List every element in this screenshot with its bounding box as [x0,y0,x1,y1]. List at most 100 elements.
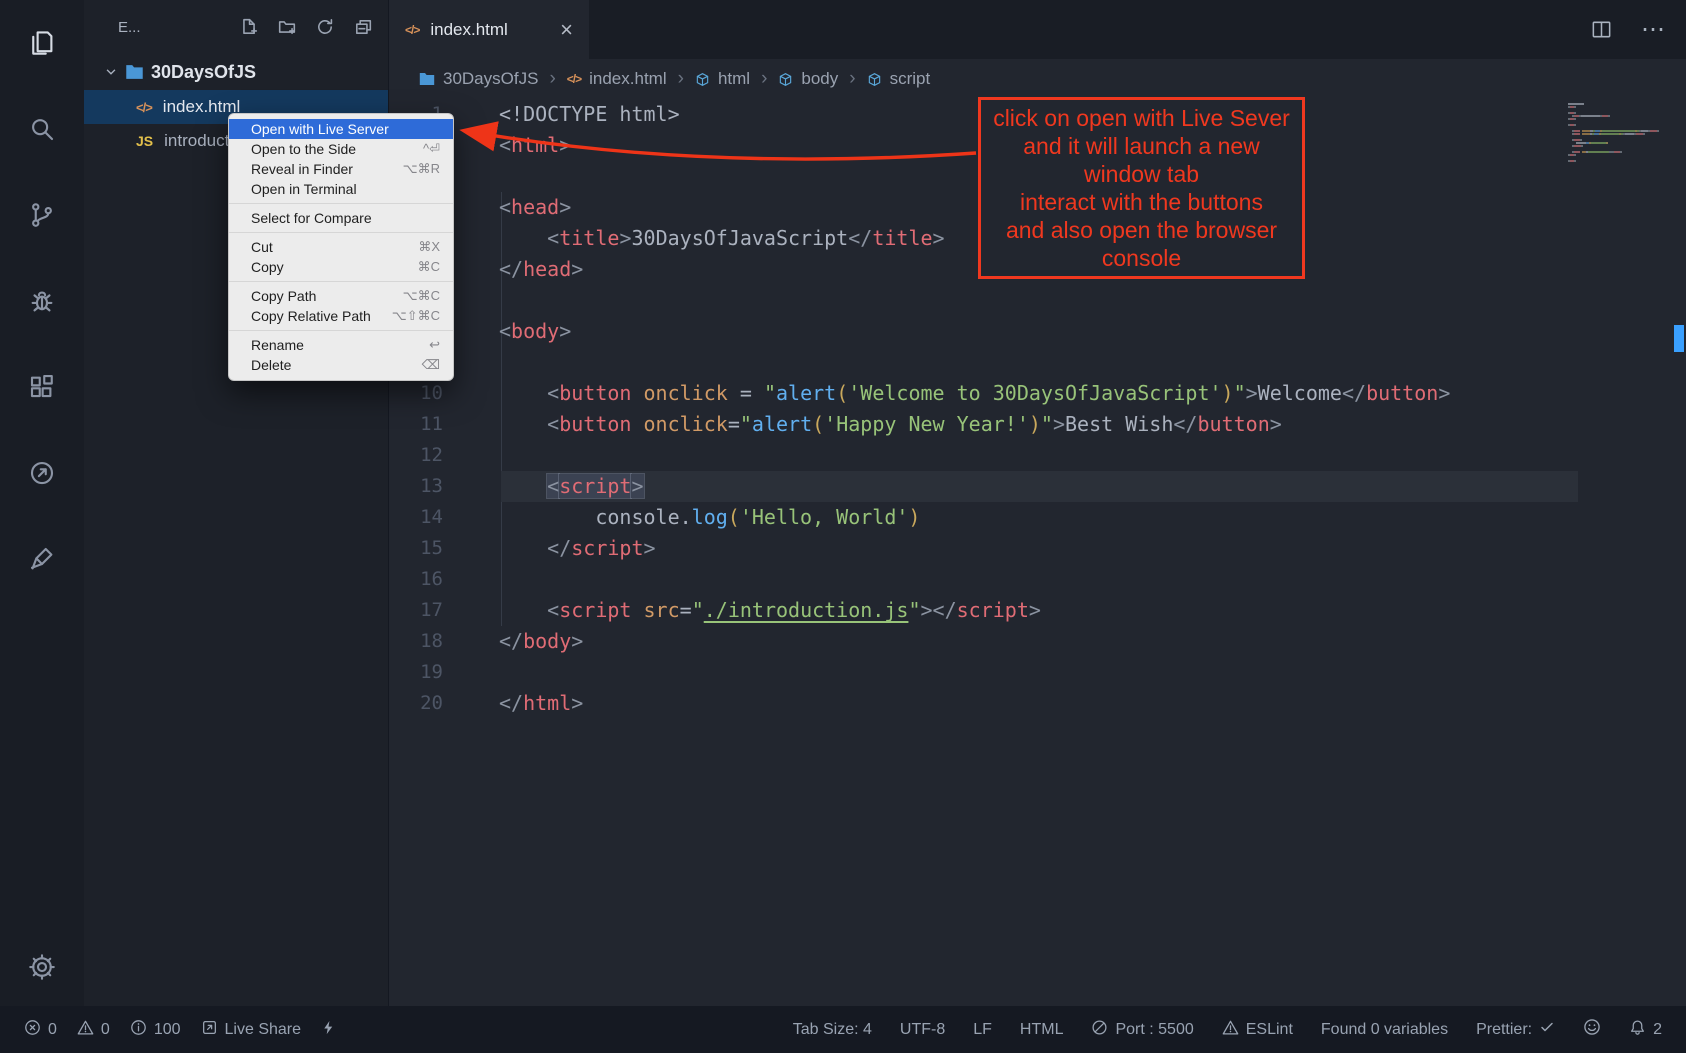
tab-label: index.html [430,20,507,40]
tab-size-indicator[interactable]: Tab Size: 4 [793,1021,872,1039]
code-line-9[interactable]: 9 [389,347,1686,378]
minimap[interactable] [1568,103,1672,163]
menu-item-copy-relative-path[interactable]: Copy Relative Path⌥⇧⌘C [229,306,453,326]
code-line-15[interactable]: 15 </script> [389,533,1686,564]
smiley-icon [1583,1018,1601,1041]
lightning-bolt-icon [321,1019,336,1041]
code-line-13[interactable]: 13 <script> [389,471,1686,502]
code-line-16[interactable]: 16 [389,564,1686,595]
overview-ruler-marker [1674,325,1684,352]
line-number: 18 [389,626,455,657]
html-file-icon: </> [136,100,152,115]
menu-item-copy[interactable]: Copy⌘C [229,257,453,277]
bell-icon [1629,1019,1646,1041]
menu-item-copy-path[interactable]: Copy Path⌥⌘C [229,286,453,306]
menu-item-delete[interactable]: Delete⌫ [229,355,453,375]
search-icon[interactable] [23,110,61,148]
extensions-icon[interactable] [23,368,61,406]
breadcrumb-html[interactable]: html [695,69,750,89]
refresh-icon[interactable] [316,18,334,36]
pen-icon[interactable] [23,540,61,578]
status-bar: 0 0 100 Live Share Tab Size: 4 [0,1006,1686,1053]
info-counter[interactable]: 100 [130,1019,181,1041]
run-debug-icon[interactable] [23,282,61,320]
live-share-status[interactable]: Live Share [201,1019,302,1041]
breadcrumb-separator: › [549,68,555,90]
split-editor-icon[interactable] [1590,18,1613,41]
problems-warnings[interactable]: 0 [77,1019,110,1041]
menu-item-open-in-terminal[interactable]: Open in Terminal [229,179,453,199]
context-menu: Open with Live ServerOpen to the Side^⏎R… [228,113,454,381]
code-line-10[interactable]: 10 <button onclick = "alert('Welcome to … [389,378,1686,409]
new-file-icon[interactable] [240,18,258,36]
menu-separator [229,203,453,204]
problems-errors[interactable]: 0 [24,1019,57,1041]
language-indicator[interactable]: HTML [1020,1021,1064,1039]
annotation-text: click on open with Live Severand it will… [981,104,1302,272]
breadcrumb-separator: › [761,68,767,90]
line-number: 19 [389,657,455,688]
code-line-20[interactable]: 20</html> [389,688,1686,719]
explorer-title: E... [118,19,141,36]
code-line-18[interactable]: 18</body> [389,626,1686,657]
js-file-icon: JS [136,133,153,149]
eol-indicator[interactable]: LF [973,1021,992,1039]
annotation-box: click on open with Live Severand it will… [978,97,1305,279]
code-line-17[interactable]: 17 <script src="./introduction.js"></scr… [389,595,1686,626]
tab-index-html[interactable]: </> index.html × [389,0,589,59]
collapse-all-icon[interactable] [354,18,372,36]
error-icon [24,1019,41,1041]
line-number: 17 [389,595,455,626]
line-number: 14 [389,502,455,533]
close-tab-icon[interactable]: × [560,19,573,41]
prettier-status[interactable]: Prettier: [1476,1019,1555,1040]
menu-item-rename[interactable]: Rename↩ [229,335,453,355]
breadcrumb-separator: › [849,68,855,90]
more-actions-icon[interactable]: ⋯ [1641,15,1666,44]
menu-separator [229,232,453,233]
settings-gear-icon[interactable] [23,948,61,986]
symbol-cube-icon [778,72,793,87]
port-icon [1091,1019,1108,1041]
menu-item-reveal-in-finder[interactable]: Reveal in Finder⌥⌘R [229,159,453,179]
port-indicator[interactable]: Port : 5500 [1091,1019,1193,1041]
breadcrumb-index-html[interactable]: </>index.html [567,69,667,89]
info-icon [130,1019,147,1041]
menu-item-select-for-compare[interactable]: Select for Compare [229,208,453,228]
line-number: 13 [389,471,455,502]
encoding-indicator[interactable]: UTF-8 [900,1021,945,1039]
source-control-icon[interactable] [23,196,61,234]
symbol-cube-icon [695,72,710,87]
eslint-status[interactable]: ESLint [1222,1019,1293,1041]
explorer-header: E... [84,0,388,54]
code-line-7[interactable]: 7 [389,285,1686,316]
notifications-bell[interactable]: 2 [1629,1019,1662,1041]
code-line-11[interactable]: 11 <button onclick="alert('Happy New Yea… [389,409,1686,440]
new-folder-icon[interactable] [278,18,296,36]
code-line-8[interactable]: 8<body> [389,316,1686,347]
feedback-smiley[interactable] [1583,1018,1601,1041]
folder-label: 30DaysOfJS [151,62,256,83]
live-share-icon[interactable] [23,454,61,492]
html-file-icon: </> [567,72,581,86]
line-number: 10 [389,378,455,409]
explorer-files-icon[interactable] [23,24,61,62]
line-number: 11 [389,409,455,440]
breadcrumb-body[interactable]: body [778,69,838,89]
activity-bar [0,0,84,1006]
menu-item-open-to-the-side[interactable]: Open to the Side^⏎ [229,139,453,159]
breadcrumb-script[interactable]: script [867,69,931,89]
breadcrumb-30daysofjs[interactable]: 30DaysOfJS [419,69,538,89]
variables-indicator[interactable]: Found 0 variables [1321,1021,1448,1039]
code-line-12[interactable]: 12 [389,440,1686,471]
bolt-status[interactable] [321,1019,336,1041]
warning-icon [77,1019,94,1041]
breadcrumb-separator: › [678,68,684,90]
code-line-19[interactable]: 19 [389,657,1686,688]
menu-item-cut[interactable]: Cut⌘X [229,237,453,257]
menu-separator [229,330,453,331]
code-line-14[interactable]: 14 console.log('Hello, World') [389,502,1686,533]
menu-item-open-with-live-server[interactable]: Open with Live Server [229,119,453,139]
folder-row-30daysofjs[interactable]: 30DaysOfJS [84,54,388,90]
html-file-icon: </> [405,23,419,37]
